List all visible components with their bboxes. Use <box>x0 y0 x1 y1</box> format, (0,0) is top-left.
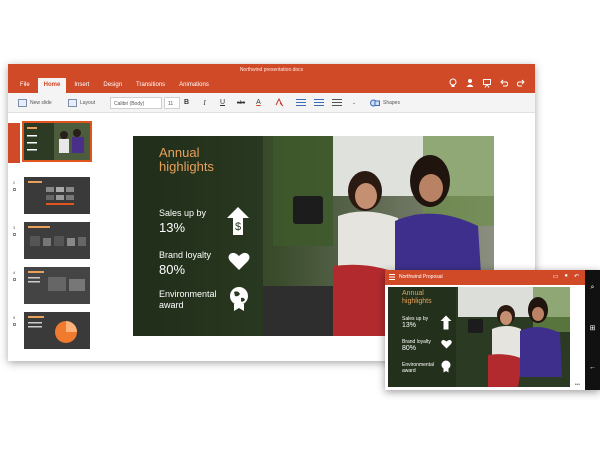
redo-icon[interactable] <box>516 78 525 88</box>
title-bar-actions <box>449 78 525 88</box>
svg-text:$: $ <box>235 221 241 233</box>
document-title: Northwind presentation.docx <box>239 67 304 73</box>
slide-number: 5 <box>13 315 16 320</box>
hamburger-menu-icon[interactable] <box>389 274 395 280</box>
share-person-icon[interactable] <box>466 78 474 88</box>
play-slideshow-icon[interactable]: ▭ <box>553 273 559 280</box>
stat-loyalty-label: Brand loyalty <box>159 250 212 260</box>
phone-stat-loyalty-value: 80% <box>402 345 417 352</box>
thumbnail-image <box>22 121 92 162</box>
slide-thumbnail-4[interactable]: 4 <box>8 267 104 307</box>
search-icon[interactable]: ⌕ <box>585 284 600 292</box>
tab-home[interactable]: Home <box>37 78 67 93</box>
layout-label: Layout <box>80 100 96 106</box>
share-person-icon[interactable]: ● <box>564 273 568 280</box>
tab-design[interactable]: Design <box>97 78 128 93</box>
font-size-select[interactable]: 11 <box>164 97 180 109</box>
tab-insert[interactable]: Insert <box>68 78 95 93</box>
layout-button[interactable]: Layout <box>68 97 95 109</box>
dollar-up-arrow-icon <box>440 315 452 330</box>
new-slide-button[interactable]: New slide <box>18 97 52 109</box>
stat-award-label: Environmental award <box>159 289 217 311</box>
windows-start-icon[interactable]: ⊞ <box>585 324 600 332</box>
back-arrow-icon[interactable]: ← <box>585 364 600 371</box>
slide-thumbnail-3[interactable]: 3 <box>8 222 104 262</box>
phone-slide-canvas[interactable]: Annual highlights Sales up by 13% Brand … <box>388 287 570 387</box>
phone-stat-award-label: Environmental award <box>402 362 434 374</box>
numbered-list-icon[interactable] <box>314 97 324 109</box>
stat-sales-value: 13% <box>159 220 186 235</box>
phone-app-window: Northwind Proposal ▭ ● ↶ Annual highligh… <box>385 270 600 390</box>
align-text-icon[interactable] <box>332 97 342 109</box>
phone-slide-title-line-1: Annual <box>402 290 424 297</box>
shapes-label: Shapes <box>383 100 400 106</box>
shapes-button[interactable]: Shapes <box>370 97 400 109</box>
tab-animations[interactable]: Animations <box>173 78 215 93</box>
phone-stat-sales-value: 13% <box>402 322 417 329</box>
font-name-select[interactable]: Calibri (Body) <box>110 97 162 109</box>
font-color-button[interactable]: A <box>254 97 263 109</box>
thumbnail-image <box>24 177 90 214</box>
stat-award-line-1: Environmental <box>159 289 217 299</box>
slide-title-line-1: Annual <box>159 145 200 160</box>
thumbnail-image <box>24 312 90 349</box>
slide-marker-icon <box>13 233 16 236</box>
heart-icon <box>228 252 250 270</box>
play-slideshow-icon[interactable] <box>483 78 491 88</box>
phone-actions: ▭ ● ↶ <box>553 273 579 280</box>
slide-thumbnail-1[interactable] <box>8 121 104 163</box>
clear-format-icon[interactable] <box>274 97 284 109</box>
slide-marker-icon <box>13 323 16 326</box>
phone-title-bar: Northwind Proposal ▭ ● ↶ <box>385 270 585 285</box>
undo-icon[interactable]: ↶ <box>574 273 579 280</box>
more-options-icon[interactable]: ••• <box>575 382 580 388</box>
slide-thumbnail-2[interactable]: 2 <box>8 177 104 217</box>
tab-file[interactable]: File <box>14 78 36 93</box>
strikethrough-button[interactable]: abc <box>234 97 248 109</box>
bold-button[interactable]: B <box>182 97 191 109</box>
phone-slide-title-line-2: highlights <box>402 298 432 305</box>
globe-award-icon <box>441 360 451 373</box>
slide-number: 3 <box>13 225 16 230</box>
slide-title: Annual highlights <box>159 146 214 174</box>
shapes-icon <box>370 99 380 107</box>
bullet-list-icon[interactable] <box>296 97 306 109</box>
thumbnail-image <box>24 222 90 259</box>
title-bar: Northwind presentation.docx File Home In… <box>8 64 535 93</box>
slide-marker-icon <box>13 278 16 281</box>
stat-sales-label: Sales up by <box>159 208 207 218</box>
phone-stat-award-line-2: award <box>402 368 416 374</box>
selected-indicator <box>8 123 20 163</box>
phone-slide-title: Annual highlights <box>402 290 432 306</box>
tab-transitions[interactable]: Transitions <box>130 78 171 93</box>
home-ribbon: New slide Layout Calibri (Body) 11 B I U… <box>8 93 535 113</box>
lightbulb-icon[interactable] <box>449 78 457 88</box>
globe-award-icon <box>230 287 248 311</box>
ribbon-tabs: File Home Insert Design Transitions Anim… <box>14 78 217 93</box>
new-slide-icon <box>18 99 27 107</box>
slide-number: 2 <box>13 180 16 185</box>
chevron-down-icon[interactable]: ⌄ <box>352 97 356 109</box>
italic-button[interactable]: I <box>200 97 209 109</box>
underline-button[interactable]: U <box>218 97 227 109</box>
slide-thumbnails-pane: 2 3 4 5 <box>8 113 104 361</box>
slide-thumbnail-5[interactable]: 5 <box>8 312 104 352</box>
layout-icon <box>68 99 77 107</box>
heart-icon <box>441 339 452 349</box>
phone-navigation-bar: ⌕ ⊞ ← <box>585 270 600 390</box>
undo-icon[interactable] <box>500 78 509 88</box>
stat-loyalty-value: 80% <box>159 262 186 277</box>
stat-award-line-2: award <box>159 300 184 310</box>
new-slide-label: New slide <box>30 100 52 106</box>
dollar-up-arrow-icon: $ <box>227 207 249 235</box>
slide-title-line-2: highlights <box>159 159 214 174</box>
slide-marker-icon <box>13 188 16 191</box>
phone-document-title: Northwind Proposal <box>399 274 443 280</box>
slide-number: 4 <box>13 270 16 275</box>
thumbnail-image <box>24 267 90 304</box>
